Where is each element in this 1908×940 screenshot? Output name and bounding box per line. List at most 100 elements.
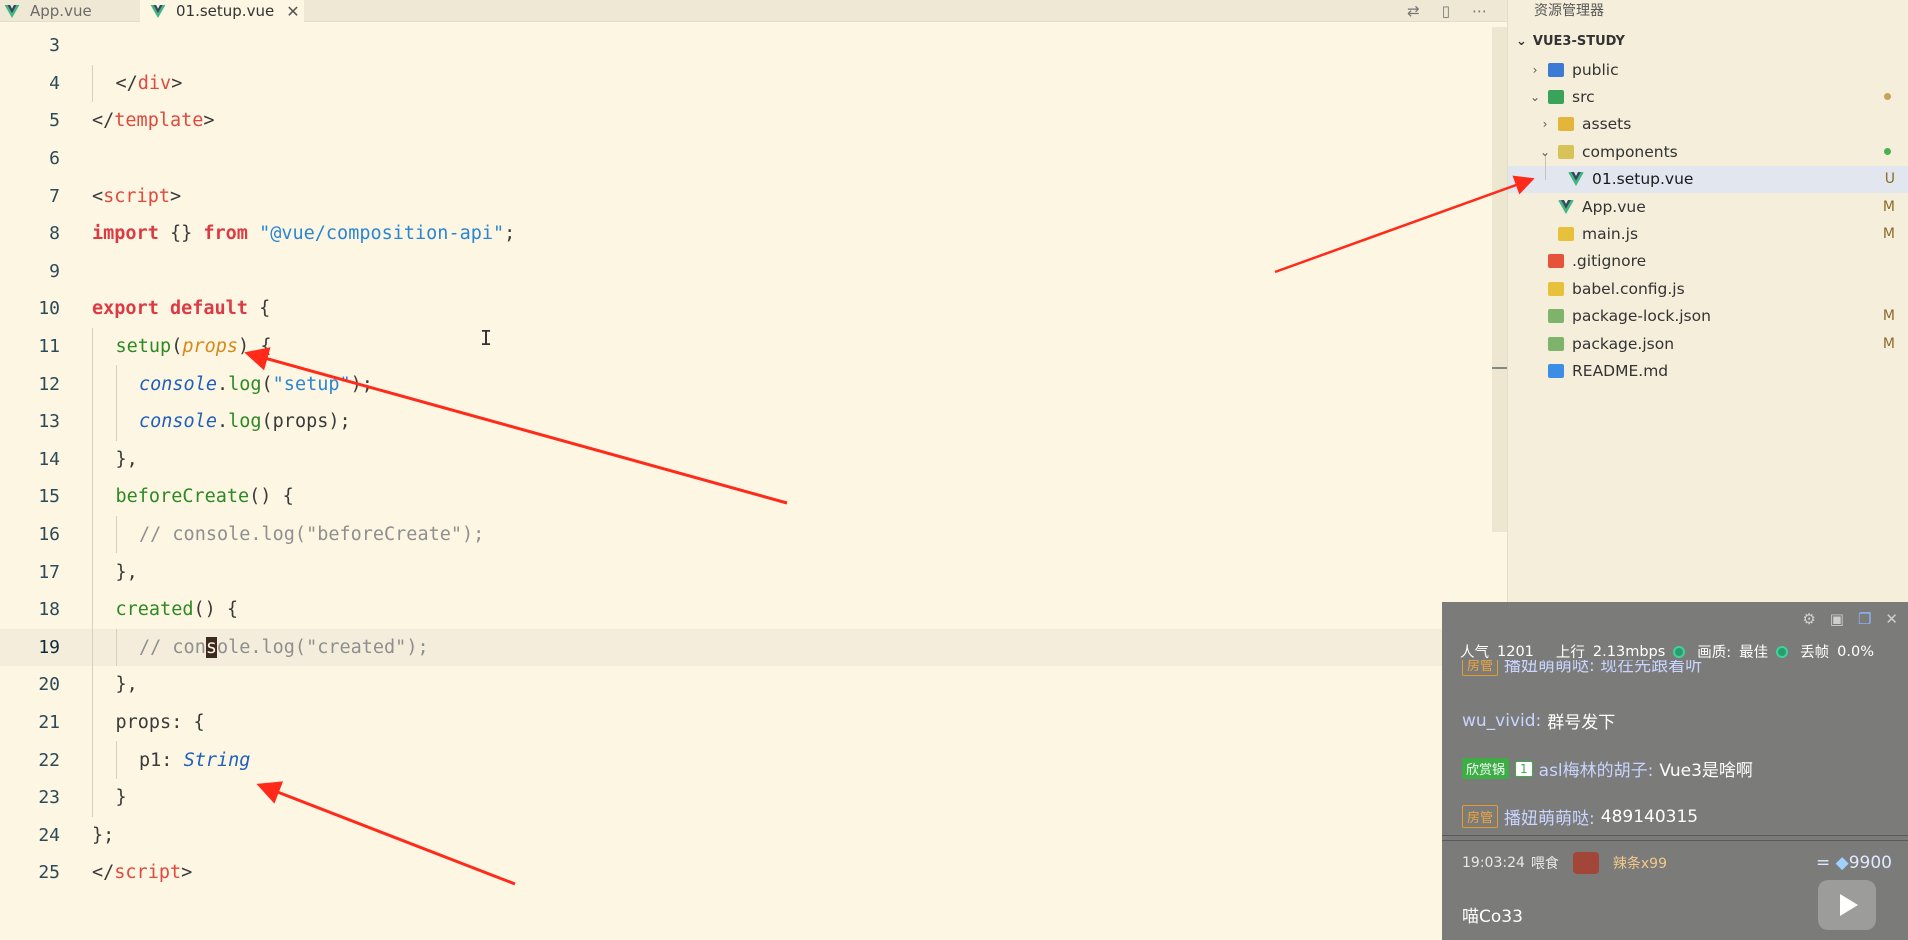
tree-item[interactable]: .gitignore [1508, 248, 1908, 275]
tree-item[interactable]: ⌄ src [1508, 83, 1908, 110]
code-token: ; [504, 223, 516, 245]
indent-guide [92, 703, 93, 742]
code-line-current[interactable]: 19 // console.log("created"); [0, 628, 1490, 667]
chat-username[interactable]: 播妞萌萌哒: [1504, 804, 1595, 829]
live-chat-overlay: ⚙ ▣ ❐ ✕ 人气 1201 上行 2.13mbps 画质: 最佳 丢帧 0.… [1442, 602, 1908, 940]
chat-username[interactable]: asl梅林的胡子: [1539, 756, 1654, 781]
line-number: 17 [38, 561, 60, 583]
tree-item[interactable]: babel.config.js [1508, 275, 1908, 302]
tree-item[interactable]: README.md [1508, 357, 1908, 384]
root-folder-label: VUE3-STUDY [1532, 34, 1625, 49]
close-icon[interactable]: ✕ [286, 2, 299, 21]
tab-app-vue[interactable]: App.vue [0, 0, 140, 22]
tree-item[interactable]: App.vue M [1508, 193, 1908, 220]
code-line[interactable]: 14}, [0, 440, 1490, 479]
code-line[interactable]: 5 </template> [0, 102, 1490, 140]
indent-guide [92, 553, 93, 591]
code-line[interactable]: 4 </div> [0, 64, 1490, 103]
git-status-badge: M [1882, 225, 1895, 242]
code-line[interactable]: 8 import {} from "@vue/composition-api"; [0, 215, 1490, 253]
code-text: setup(props) { [116, 336, 272, 357]
code-line[interactable]: 20}, [0, 666, 1490, 704]
code-token: }, [115, 561, 138, 583]
folder-icon [1558, 144, 1574, 159]
more-actions-icon[interactable]: ⋯ [1472, 2, 1487, 20]
chat-message: 房管 播妞萌萌哒: 489140315 [1462, 804, 1698, 829]
chat-username[interactable]: wu_vivid: [1462, 711, 1541, 731]
code-editor[interactable]: 3 4 </div> 5 </template> 6 7 <script> 8 import {}… [0, 27, 1490, 940]
line-number: 8 [49, 223, 60, 245]
tab-label: App.vue [30, 2, 92, 20]
code-line[interactable]: 17}, [0, 553, 1490, 591]
tree-item[interactable]: ⌄ components [1508, 138, 1908, 165]
line-number: 3 [49, 35, 60, 57]
code-line[interactable]: 9 [0, 253, 1490, 291]
git-status-badge: U [1884, 171, 1895, 188]
tree-item-label: App.vue [1582, 197, 1646, 216]
line-number: 12 [38, 373, 60, 395]
code-line[interactable]: 10 export default { [0, 290, 1490, 328]
code-line[interactable]: 21 props: { [0, 703, 1490, 742]
code-line[interactable]: 6 [0, 140, 1490, 178]
editor-scrollbar[interactable] [1492, 27, 1507, 532]
split-editor-icon[interactable]: ▯ [1442, 2, 1450, 20]
chat-splitter[interactable] [1442, 835, 1908, 841]
tree-item[interactable]: main.js M [1508, 220, 1908, 247]
code-line[interactable]: 18 created() { [0, 591, 1490, 629]
code-line[interactable]: 16 // console.log("beforeCreate"); [0, 515, 1490, 554]
code-line[interactable]: 25 </script> [0, 854, 1490, 892]
chevron-right-icon[interactable]: › [1528, 63, 1542, 77]
gift-icon [1572, 852, 1599, 874]
code-token: // con [139, 636, 206, 658]
gift-record: 19:03:24 喂食 辣条x99 = ◆9900 [1462, 852, 1892, 874]
code-token: script [103, 185, 170, 207]
tree-item-label: components [1582, 142, 1678, 161]
clipboard-icon[interactable]: ▣ [1830, 610, 1844, 628]
indent-guide [92, 64, 93, 103]
explorer-root-folder[interactable]: ⌄ VUE3-STUDY [1516, 34, 1625, 49]
code-token: props: { [115, 712, 205, 734]
line-number: 19 [38, 636, 60, 658]
code-token: {} [158, 223, 204, 245]
tree-item[interactable]: package.json M [1508, 330, 1908, 357]
tree-item[interactable]: › assets [1508, 111, 1908, 138]
settings-icon[interactable]: ⚙ [1802, 610, 1815, 628]
chevron-down-icon[interactable]: ⌄ [1528, 90, 1542, 104]
close-icon[interactable]: ✕ [1885, 610, 1898, 628]
indent-guide [92, 666, 93, 704]
code-line[interactable]: 11 setup(props) { [0, 327, 1490, 366]
tree-item[interactable]: 01.setup.vue U [1508, 165, 1908, 193]
code-line[interactable]: 24}; [0, 817, 1490, 855]
explorer-title: 资源管理器 [1534, 3, 1604, 19]
code-token: </ [115, 72, 138, 94]
indent-guide [92, 628, 93, 667]
code-token: console [139, 411, 217, 433]
tree-item-label: babel.config.js [1572, 279, 1685, 298]
code-line[interactable]: 7 <script> [0, 177, 1490, 215]
code-token: ( [261, 373, 273, 395]
chat-toolbar: ⚙ ▣ ❐ ✕ [1802, 610, 1898, 628]
tree-item[interactable]: package-lock.json M [1508, 303, 1908, 330]
code-line[interactable]: 12 console.log("setup"); [0, 365, 1490, 403]
code-line[interactable]: 13 console.log(props); [0, 403, 1490, 441]
folder-icon [1548, 89, 1564, 104]
gift-price-prefix: = [1816, 853, 1831, 873]
play-icon[interactable] [1818, 880, 1876, 930]
tree-item[interactable]: › public [1508, 56, 1908, 83]
code-line[interactable]: 22 p1: String [0, 741, 1490, 779]
file-icon [1548, 363, 1564, 378]
chat-username[interactable]: 喵Co33 [1462, 902, 1523, 927]
chat-message: wu_vivid: 群号发下 [1462, 708, 1615, 734]
compare-icon[interactable]: ⇄ [1407, 2, 1420, 20]
tab-01-setup-vue[interactable]: 01.setup.vue ✕ [140, 0, 304, 22]
code-line[interactable]: 3 [0, 27, 1490, 65]
code-line[interactable]: 23} [0, 779, 1490, 817]
chevron-right-icon[interactable]: › [1538, 117, 1552, 131]
popularity-label: 人气 [1460, 645, 1489, 661]
code-line[interactable]: 15 beforeCreate() { [0, 478, 1490, 516]
window-icon[interactable]: ❐ [1858, 610, 1871, 628]
file-icon [1548, 336, 1564, 351]
code-text: console.log("setup"); [139, 374, 373, 395]
tree-item-label: src [1572, 87, 1595, 106]
